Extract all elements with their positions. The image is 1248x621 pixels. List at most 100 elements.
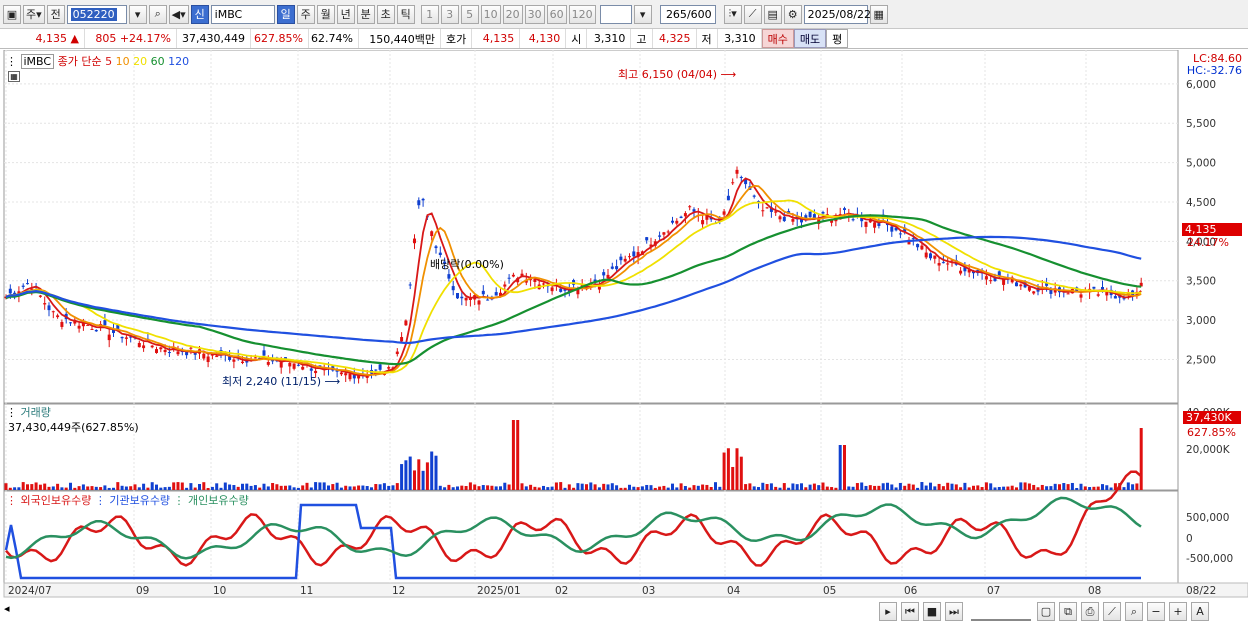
zoom-slider[interactable] [971,602,1031,621]
count-value: 265 [665,7,687,21]
period-button-5[interactable]: 초 [376,4,395,24]
candle-body [933,255,937,259]
candle-type-icon[interactable]: ⫶▾ [723,4,742,24]
volume-bar [219,487,223,490]
window-icon[interactable]: ▣ [3,4,21,24]
gear-icon[interactable]: ⚙ [783,4,802,24]
volume-bar [1109,487,1113,490]
save-icon[interactable]: ▤ [763,4,782,24]
candle-body [8,288,12,294]
last-icon[interactable]: ⏭ [945,602,963,621]
volume-bar [705,484,709,490]
interval-input[interactable] [599,4,632,24]
volume-bar [249,485,253,490]
candle-body [623,258,627,262]
volume-bar [520,483,524,490]
font-icon[interactable]: A [1191,602,1209,621]
volume-bar [387,485,391,490]
interval-button-60[interactable]: 60 [546,4,567,24]
period-button-6[interactable]: 틱 [396,4,415,24]
interval-button-30[interactable]: 30 [524,4,545,24]
copy-icon[interactable]: ⧉ [1059,602,1077,621]
prev-button[interactable]: 전 [46,4,65,24]
chart-area[interactable]: 6,000 5,500 5,000 4,500 4,000 3,500 3,000 2,500… [0,49,1248,621]
last-price-tag: 4,135 [1182,223,1242,236]
name-tag[interactable]: iMBC [20,54,55,69]
calendar-icon[interactable]: ▦ [869,4,888,24]
sell-button[interactable]: 매도 [793,29,827,48]
interval-button-3[interactable]: 3 [440,4,459,24]
volume-bar [628,484,631,490]
interval-button-1[interactable]: 1 [420,4,439,24]
code-dropdown-icon[interactable]: ▾ [128,4,147,24]
first-icon[interactable]: ⏮ [901,602,919,621]
volume-bar [34,482,38,490]
candle-body [460,296,464,299]
line-tool-icon[interactable]: ⟋ [743,4,762,24]
candle-body [701,220,705,225]
new-button[interactable]: 신 [190,4,209,24]
chart-svg[interactable]: 6,0005,5005,0004,5004,0003,5003,0002,500… [0,49,1248,621]
period-button-4[interactable]: 분 [356,4,375,24]
max-note: 최고 6,150 (04/04) [618,68,718,81]
candle-body [292,363,296,369]
volume-bar [210,486,214,490]
volume-bar [929,482,932,490]
interval-button-20[interactable]: 20 [502,4,523,24]
volume-bar [477,486,481,490]
volume-bar [537,487,541,490]
volume-bar [352,486,356,490]
price-tick-3: 4,500 [1186,197,1216,209]
volume-bar [331,484,335,490]
candle-body [1032,291,1036,294]
volume-dots-icon[interactable]: ⋮ [6,406,17,419]
candle-body [86,324,90,326]
x-label-8: 04 [727,585,741,597]
volume-bar [228,484,232,490]
x-label-10: 06 [904,585,918,597]
stop-icon[interactable]: ■ [923,602,941,621]
table-icon[interactable]: ▦ [8,71,20,82]
interval-dropdown-icon[interactable]: ▾ [633,4,652,24]
period-button-0[interactable]: 일 [276,4,295,24]
candle-body [688,206,692,208]
speaker-icon[interactable]: ◀▾ [168,4,189,24]
volume-bar [778,487,782,490]
code-input[interactable]: 052220 [66,4,127,24]
volume-bar [503,482,507,490]
layout-icon[interactable]: ▢ [1037,602,1055,621]
print-icon[interactable]: ⎙ [1081,602,1099,621]
period-button-3[interactable]: 년 [336,4,355,24]
volume-bar [408,456,412,490]
volume-bar [413,470,416,490]
candle-body [1066,293,1070,295]
volume-bar [671,483,674,490]
eval-button[interactable]: 평 [826,29,849,48]
minus-icon[interactable]: − [1147,602,1165,621]
period-group: 일주월년분초틱 [276,4,417,24]
candle-body [421,198,425,201]
draw-icon[interactable]: ⟋ [1103,602,1121,621]
date-field[interactable]: 2025/08/22 [803,4,871,24]
candle-body [430,231,434,237]
interval-button-120[interactable]: 120 [568,4,596,24]
type-select[interactable]: 주 ▾ [23,4,45,24]
candle-body [920,245,924,250]
scroll-left-icon[interactable]: ◂ [4,602,10,615]
search-icon[interactable]: ⌕ [148,4,167,24]
volume-bar [817,485,821,490]
candle-body [56,315,60,318]
name-field[interactable]: iMBC [210,4,275,24]
volume-bar [335,482,339,490]
buy-button[interactable]: 매수 [761,29,794,48]
menu-dots-icon[interactable]: ⋮ [6,55,17,68]
interval-button-10[interactable]: 10 [480,4,501,24]
volume-bar [787,487,791,490]
scroll-right-icon[interactable]: ▸ [879,602,897,621]
period-button-1[interactable]: 주 [296,4,315,24]
count-field[interactable]: 265/600 [659,4,716,24]
zoom-icon[interactable]: ⌕ [1125,602,1143,621]
plus-icon[interactable]: + [1169,602,1187,621]
interval-button-5[interactable]: 5 [460,4,479,24]
period-button-2[interactable]: 월 [316,4,335,24]
